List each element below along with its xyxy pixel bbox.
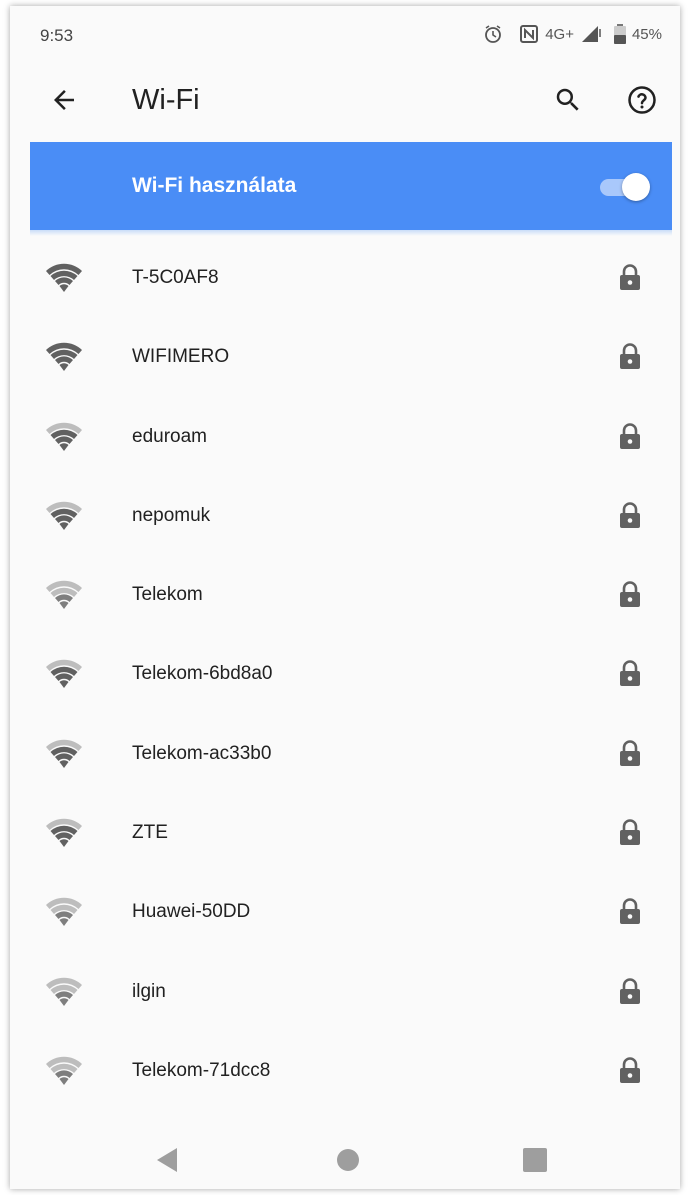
status-bar: 9:53 4G+ 45% [10, 6, 680, 62]
lock-icon [620, 739, 640, 766]
network-ssid: ilgin [132, 980, 166, 1002]
network-ssid: Telekom-71dcc8 [132, 1059, 271, 1081]
network-ssid: Telekom-ac33b0 [132, 742, 272, 764]
wifi-signal-icon [46, 739, 82, 768]
lock-icon [620, 343, 640, 370]
help-button[interactable] [616, 76, 668, 128]
nav-back-icon [157, 1148, 177, 1172]
lock-icon [620, 502, 640, 528]
network-ssid: Telekom-6bd8a0 [132, 663, 273, 685]
nav-recents-button[interactable] [515, 1140, 555, 1180]
wifi-signal-icon [46, 501, 82, 530]
wifi-signal-icon [46, 580, 82, 610]
network-type-label: 4G+ [545, 25, 574, 43]
network-row[interactable]: WIFIMERO [30, 317, 672, 396]
nav-home-button[interactable] [328, 1140, 368, 1180]
lock-icon [620, 581, 640, 608]
wifi-signal-icon [46, 977, 82, 1006]
network-row[interactable]: nepomuk [30, 476, 672, 555]
network-row[interactable]: ilgin [30, 952, 672, 1031]
alarm-icon [483, 24, 503, 44]
signal-icon [580, 25, 602, 43]
status-time: 9:53 [40, 26, 74, 45]
lock-icon [620, 898, 640, 925]
wifi-master-switch-row[interactable]: Wi-Fi használata [30, 142, 672, 230]
wifi-signal-icon [46, 898, 82, 927]
network-ssid: ZTE [132, 822, 168, 844]
lock-icon [620, 1057, 640, 1083]
battery-icon [613, 24, 626, 44]
network-ssid: nepomuk [132, 504, 211, 526]
nav-recents-icon [523, 1148, 547, 1172]
wifi-toggle-switch[interactable] [598, 172, 650, 202]
wifi-signal-icon [46, 660, 82, 689]
wifi-signal-icon [46, 263, 82, 292]
wifi-signal-icon [46, 422, 82, 451]
battery-percent: 45% [631, 25, 662, 43]
network-ssid: WIFIMERO [132, 346, 230, 368]
network-row[interactable]: T-5C0AF8 [30, 238, 672, 317]
help-icon [627, 85, 657, 120]
lock-icon [620, 422, 640, 449]
arrow-back-icon [49, 85, 79, 120]
page-title: Wi-Fi [132, 84, 200, 116]
app-toolbar: Wi-Fi [10, 62, 680, 142]
network-row[interactable]: Telekom-71dcc8 [30, 1031, 672, 1110]
lock-icon [620, 819, 640, 846]
nfc-icon [519, 24, 539, 44]
network-list: T-5C0AF8 WIFIMERO eduroam nepomuk Telekom Tel… [30, 238, 672, 1110]
wifi-master-switch-label: Wi-Fi használata [132, 174, 297, 197]
network-row[interactable]: Huawei-50DD [30, 872, 672, 951]
lock-icon [620, 660, 640, 687]
network-row[interactable]: Telekom-6bd8a0 [30, 634, 672, 713]
network-ssid: T-5C0AF8 [132, 267, 219, 288]
toggle-thumb [622, 173, 650, 201]
network-ssid: eduroam [132, 425, 207, 447]
phone-screen: 9:53 4G+ 45% Wi-Fi Wi-Fi használata T-5C… [10, 6, 680, 1189]
wifi-signal-icon [46, 343, 82, 372]
network-ssid: Huawei-50DD [132, 901, 251, 923]
network-row[interactable]: ZTE [30, 793, 672, 872]
system-nav-bar [10, 1118, 680, 1189]
back-button[interactable] [38, 76, 90, 128]
nav-home-icon [337, 1149, 359, 1171]
search-button[interactable] [542, 76, 594, 128]
wifi-signal-icon [46, 1056, 82, 1085]
lock-icon [620, 977, 640, 1004]
lock-icon [620, 264, 640, 290]
network-row[interactable]: eduroam [30, 397, 672, 476]
divider [30, 230, 672, 236]
network-ssid: Telekom [132, 584, 203, 606]
nav-back-button[interactable] [145, 1140, 185, 1180]
wifi-signal-icon [46, 818, 82, 848]
status-icons: 4G+ 45% [483, 24, 662, 44]
network-row[interactable]: Telekom-ac33b0 [30, 714, 672, 793]
network-row[interactable]: Telekom [30, 555, 672, 634]
search-icon [553, 85, 583, 120]
